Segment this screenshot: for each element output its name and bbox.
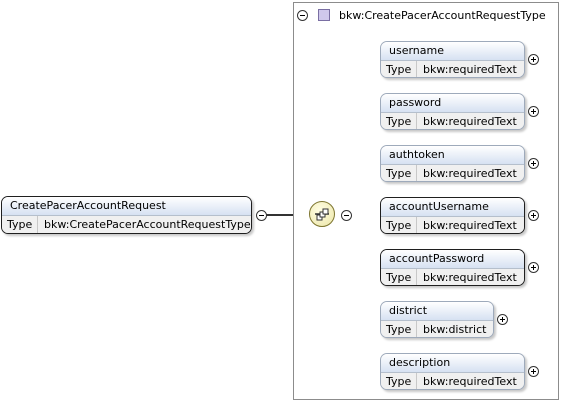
element-name: description xyxy=(381,354,524,373)
type-label: Type xyxy=(381,373,417,389)
expand-icon[interactable] xyxy=(528,158,539,169)
type-label: Type xyxy=(381,61,417,77)
root-collapse-icon[interactable] xyxy=(256,210,267,221)
element-password[interactable]: password Type bkw:requiredText xyxy=(380,93,525,130)
element-account-password[interactable]: accountPassword Type bkw:requiredText xyxy=(380,249,525,286)
type-label: Type xyxy=(381,165,417,181)
element-type-row: Type bkw:requiredText xyxy=(381,269,524,285)
root-element-name: CreatePacerAccountRequest xyxy=(2,197,251,216)
element-name: password xyxy=(381,94,524,113)
element-name: accountUsername xyxy=(381,198,524,217)
type-value: bkw:requiredText xyxy=(423,219,517,232)
type-label: Type xyxy=(381,113,417,129)
element-name: accountPassword xyxy=(381,250,524,269)
root-element-box[interactable]: CreatePacerAccountRequest Type bkw:Creat… xyxy=(1,196,252,234)
complex-type-collapse-icon[interactable] xyxy=(297,9,308,21)
type-label: Type xyxy=(381,269,417,285)
expand-icon[interactable] xyxy=(528,54,539,65)
type-value: bkw:requiredText xyxy=(423,375,517,388)
element-name: authtoken xyxy=(381,146,524,165)
element-description[interactable]: description Type bkw:requiredText xyxy=(380,353,525,390)
element-district[interactable]: district Type bkw:district xyxy=(380,301,494,338)
type-value: bkw:requiredText xyxy=(423,271,517,284)
type-label: Type xyxy=(381,217,417,233)
sequence-compositor-icon[interactable] xyxy=(309,201,335,227)
element-type-row: Type bkw:requiredText xyxy=(381,113,524,129)
element-account-username[interactable]: accountUsername Type bkw:requiredText xyxy=(380,197,525,234)
element-type-row: Type bkw:requiredText xyxy=(381,217,524,233)
element-type-row: Type bkw:requiredText xyxy=(381,373,524,389)
type-value: bkw:district xyxy=(423,323,487,336)
complex-type-header: bkw:CreatePacerAccountRequestType xyxy=(297,6,546,24)
expand-icon[interactable] xyxy=(528,210,539,221)
element-name: username xyxy=(381,42,524,61)
root-element-type-row: Type bkw:CreatePacerAccountRequestType xyxy=(2,216,251,233)
element-type-row: Type bkw:requiredText xyxy=(381,61,524,77)
expand-icon[interactable] xyxy=(528,106,539,117)
expand-icon[interactable] xyxy=(497,314,508,325)
type-value: bkw:requiredText xyxy=(423,167,517,180)
element-authtoken[interactable]: authtoken Type bkw:requiredText xyxy=(380,145,525,182)
type-value: bkw:requiredText xyxy=(423,115,517,128)
sequence-collapse-icon[interactable] xyxy=(341,210,352,221)
element-type-row: Type bkw:requiredText xyxy=(381,165,524,181)
schema-diagram: CreatePacerAccountRequest Type bkw:Creat… xyxy=(0,0,561,403)
element-name: district xyxy=(381,302,493,321)
expand-icon[interactable] xyxy=(528,366,539,377)
complex-type-title: bkw:CreatePacerAccountRequestType xyxy=(339,8,546,22)
element-type-row: Type bkw:district xyxy=(381,321,493,337)
type-label: Type xyxy=(381,321,417,337)
type-value: bkw:requiredText xyxy=(423,63,517,76)
root-type-value: bkw:CreatePacerAccountRequestType xyxy=(44,218,251,231)
type-label: Type xyxy=(2,216,38,233)
expand-icon[interactable] xyxy=(528,262,539,273)
complex-type-icon xyxy=(318,9,330,21)
element-username[interactable]: username Type bkw:requiredText xyxy=(380,41,525,78)
